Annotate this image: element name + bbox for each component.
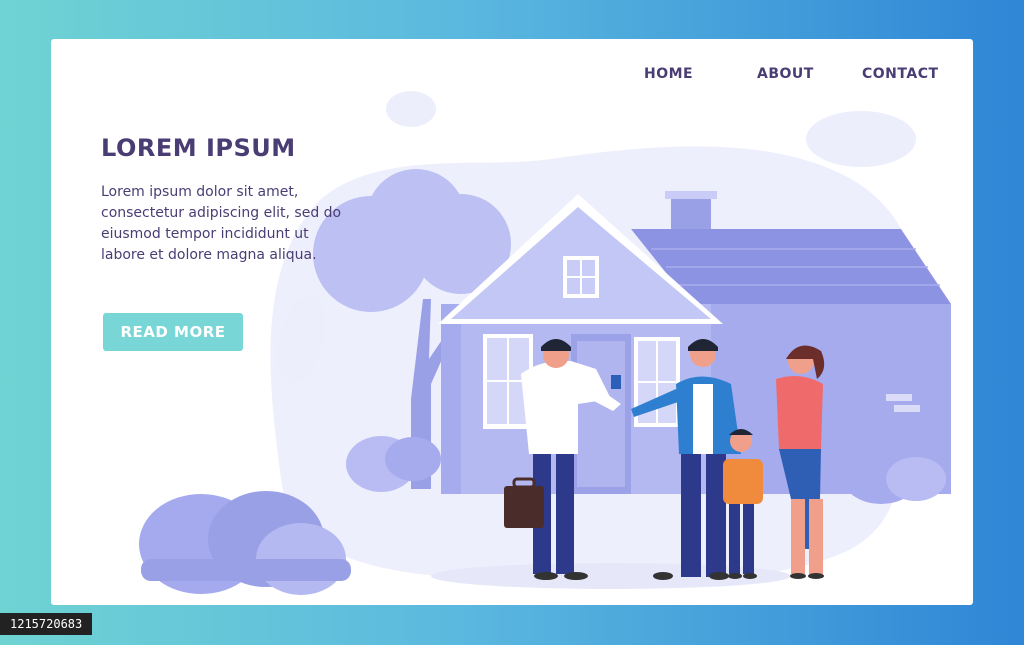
hero-title: LOREM IPSUM <box>101 134 296 162</box>
background-blob-small <box>386 91 436 127</box>
nav-home-link[interactable]: HOME <box>644 66 693 82</box>
background-blob-small <box>806 111 916 167</box>
nav-about-link[interactable]: ABOUT <box>757 66 814 82</box>
landing-card: HOME ABOUT CONTACT LOREM IPSUM Lorem ips… <box>51 39 973 605</box>
nav-contact-link[interactable]: CONTACT <box>862 66 939 82</box>
image-id-label: 1215720683 <box>0 613 93 635</box>
read-more-button[interactable]: READ MORE <box>103 313 243 351</box>
hero-description: Lorem ipsum dolor sit amet, consectetur … <box>101 184 342 263</box>
